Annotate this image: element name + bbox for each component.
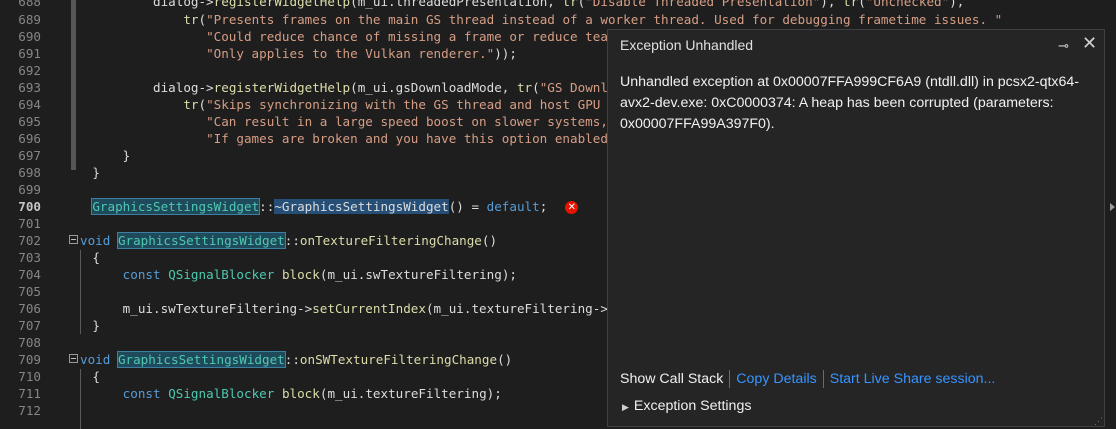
code-text: "Could reduce chance of missing a frame … xyxy=(206,29,608,44)
scope-guide-line xyxy=(80,250,81,334)
line-number: 689 xyxy=(18,12,41,27)
fold-toggle-icon[interactable] xyxy=(69,354,78,363)
pin-icon[interactable]: ⊸ xyxy=(1058,38,1069,54)
line-number: 697 xyxy=(18,148,41,163)
line-number: 693 xyxy=(18,80,41,95)
line-number: 696 xyxy=(18,131,41,146)
line-number: 690 xyxy=(18,29,41,44)
line-number: 708 xyxy=(18,335,41,350)
change-indicator-bar xyxy=(71,0,76,170)
link-separator xyxy=(729,370,731,388)
link-separator xyxy=(822,370,824,388)
show-call-stack-link[interactable]: Show Call Stack xyxy=(620,371,723,387)
code-text: "If games are broken and you have this o… xyxy=(206,131,608,146)
line-number: 695 xyxy=(18,114,41,129)
code-text: "Only applies to the Vulkan renderer."))… xyxy=(206,46,517,61)
line-number: 706 xyxy=(18,301,41,316)
close-icon[interactable]: ✕ xyxy=(1082,33,1097,54)
copy-details-link[interactable]: Copy Details xyxy=(736,371,816,387)
fold-toggle-icon[interactable] xyxy=(69,235,78,244)
popup-title: Exception Unhandled xyxy=(620,37,754,53)
line-number: 702 xyxy=(18,233,41,248)
line-number: 698 xyxy=(18,165,41,180)
code-line[interactable]: 688 dialog->registerWidgetHelp(m_ui.thre… xyxy=(0,0,1116,10)
line-number: 700 xyxy=(18,199,41,214)
line-number: 703 xyxy=(18,250,41,265)
scope-guide-line xyxy=(80,369,81,429)
line-number: 711 xyxy=(18,386,41,401)
code-text: tr("Presents frames on the main GS threa… xyxy=(183,12,1003,27)
code-text: dialog->registerWidgetHelp(m_ui.gsDownlo… xyxy=(62,80,608,95)
line-number: 705 xyxy=(18,284,41,299)
code-text: const QSignalBlocker block(m_ui.swTextur… xyxy=(122,267,517,282)
popup-links: Show Call Stack Copy Details Start Live Sh… xyxy=(620,370,995,388)
code-text: m_ui.swTextureFiltering->setCurrentIndex… xyxy=(62,301,608,316)
line-number: 699 xyxy=(18,182,41,197)
code-text: dialog->registerWidgetHelp(m_ui.threaded… xyxy=(62,0,965,9)
code-text: GraphicsSettingsWidget::~GraphicsSetting… xyxy=(62,198,579,215)
code-text: void GraphicsSettingsWidget::onSWTexture… xyxy=(80,351,513,368)
line-number: 692 xyxy=(18,63,41,78)
code-text: } xyxy=(62,165,100,180)
exception-popup: Exception Unhandled ⊸ ✕ Unhandled except… xyxy=(607,29,1105,427)
exception-settings-toggle[interactable]: ▶ Exception Settings xyxy=(622,398,751,414)
resize-grip-icon[interactable]: ⋰ xyxy=(1094,416,1103,427)
code-line[interactable]: 689 tr("Presents frames on the main GS t… xyxy=(0,11,1116,28)
line-number: 712 xyxy=(18,403,41,418)
live-share-link[interactable]: Start Live Share session... xyxy=(830,371,996,387)
line-number: 694 xyxy=(18,97,41,112)
line-number: 691 xyxy=(18,46,41,61)
line-number: 707 xyxy=(18,318,41,333)
code-text: void GraphicsSettingsWidget::onTextureFi… xyxy=(80,232,498,249)
error-icon[interactable]: ✕ xyxy=(565,201,579,214)
expand-triangle-icon: ▶ xyxy=(622,402,629,412)
line-number: 709 xyxy=(18,352,41,367)
scrollbar-marker xyxy=(1110,203,1115,211)
exception-message: Unhandled exception at 0x00007FFA999CF6A… xyxy=(620,74,1079,132)
line-number: 704 xyxy=(18,267,41,282)
code-text: tr("Skips synchronizing with the GS thre… xyxy=(183,97,601,112)
code-text: const QSignalBlocker block(m_ui.textureF… xyxy=(122,386,502,401)
line-number: 710 xyxy=(18,369,41,384)
line-number: 688 xyxy=(18,0,41,9)
line-number: 701 xyxy=(18,216,41,231)
code-text: "Can result in a large speed boost on sl… xyxy=(206,114,608,129)
exception-settings-label: Exception Settings xyxy=(633,398,752,414)
